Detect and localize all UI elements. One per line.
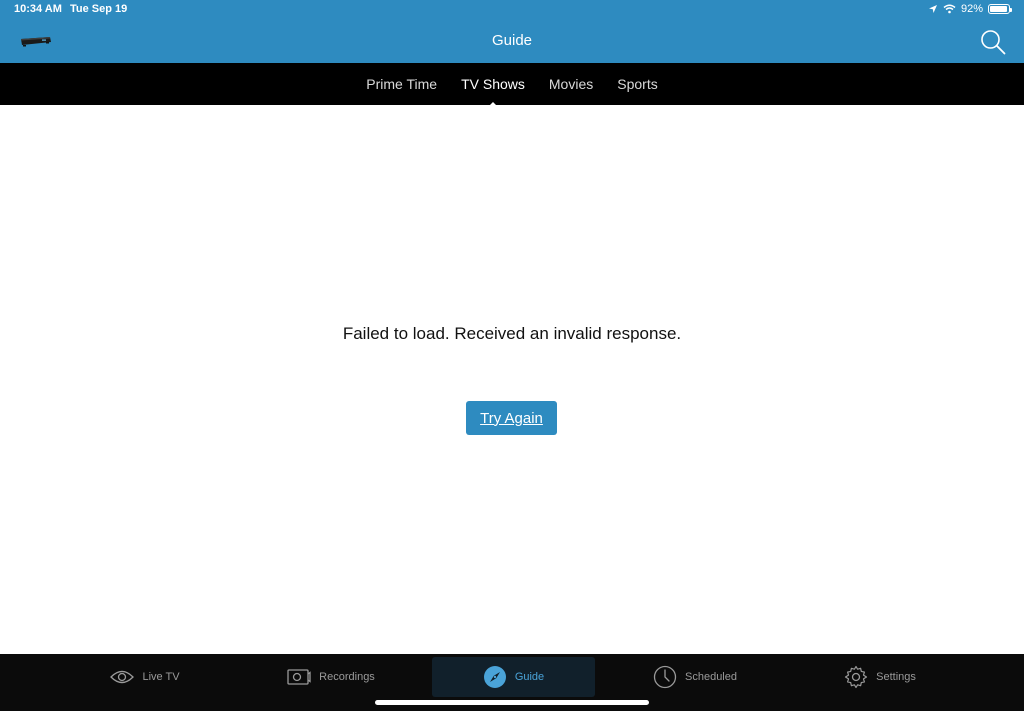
status-bar: 10:34 AM Tue Sep 19 92%: [0, 0, 1024, 20]
tab-live-tv[interactable]: Live TV: [100, 657, 190, 697]
video-camera-icon: [287, 669, 311, 685]
location-arrow-icon: [928, 5, 937, 13]
battery-percent: 92%: [960, 3, 983, 15]
status-time: 10:34 AM: [14, 3, 62, 15]
tab-movies[interactable]: Movies: [549, 76, 593, 92]
eye-icon: [110, 670, 135, 684]
tab-tv-shows[interactable]: TV Shows: [461, 76, 525, 109]
tab-sports[interactable]: Sports: [617, 76, 657, 92]
category-bar: Prime Time TV Shows Movies Sports: [0, 63, 1024, 109]
error-message: Failed to load. Received an invalid resp…: [342, 324, 682, 343]
navigation-header: 10:34 AM Tue Sep 19 92% Guide: [0, 0, 1024, 63]
tab-settings[interactable]: Settings: [835, 657, 925, 697]
home-indicator[interactable]: [375, 700, 649, 705]
tab-guide[interactable]: Guide: [432, 657, 595, 697]
status-date: Tue Sep 19: [70, 3, 128, 15]
tab-scheduled[interactable]: Scheduled: [645, 657, 745, 697]
page-title: Guide: [491, 32, 533, 49]
tab-label-guide: Guide: [514, 671, 545, 683]
gear-icon: [845, 665, 868, 689]
status-right: 92%: [928, 3, 1012, 15]
tab-label-recordings: Recordings: [319, 671, 375, 683]
tab-label-settings: Settings: [876, 671, 916, 683]
category-tabs: Prime Time TV Shows Movies Sports: [0, 76, 1024, 109]
tab-label-live-tv: Live TV: [142, 671, 180, 683]
battery-icon: [988, 4, 1012, 14]
tab-label-scheduled: Scheduled: [685, 671, 737, 683]
wifi-icon: [943, 4, 956, 14]
compass-icon: [483, 666, 506, 688]
clock-icon: [653, 665, 677, 689]
search-icon[interactable]: [980, 29, 1006, 55]
tab-prime-time[interactable]: Prime Time: [366, 76, 437, 92]
tab-recordings[interactable]: Recordings: [280, 657, 382, 697]
try-again-button[interactable]: Try Again: [466, 401, 557, 435]
